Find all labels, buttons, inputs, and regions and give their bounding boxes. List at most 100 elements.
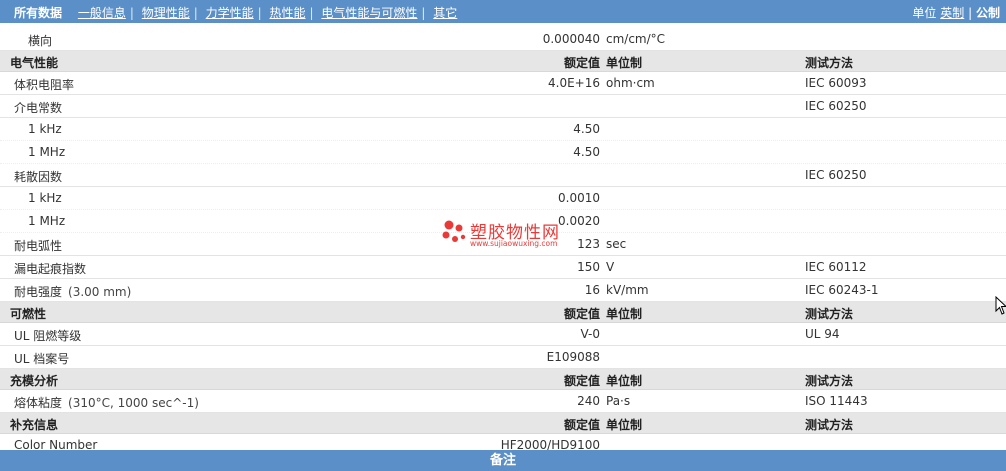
property-name-text: 介电常数 <box>14 101 63 115</box>
table-row: 横向 0.000040 cm/cm/°C <box>0 28 1006 51</box>
property-unit: V <box>606 260 615 274</box>
unit-separator: | <box>968 6 973 20</box>
property-name-text: 耐电强度 <box>14 285 63 299</box>
property-value: 123 <box>577 237 600 251</box>
property-value: 4.50 <box>573 145 600 159</box>
column-header-test-method: 测试方法 <box>805 374 854 388</box>
property-name-text: 补充信息 <box>10 418 59 432</box>
property-name-text: 可燃性 <box>10 307 47 321</box>
property-name-text: 1 kHz <box>28 191 62 205</box>
table-row: 漏电起痕指数 150 V IEC 60112 <box>0 256 1006 279</box>
unit-metric-active: 公制 <box>975 6 1000 20</box>
column-header-unit: 单位制 <box>606 56 643 70</box>
table-row: 熔体粘度 (310°C, 1000 sec^-1) 240 Pa·s ISO 11443 <box>0 390 1006 413</box>
category-tabs: 所有数据 一般信息 | 物理性能 | 力学性能 | 热性能 | 电气性能与可燃性 | 其它 <box>14 6 458 20</box>
property-name: 耐电强度 (3.00 mm) <box>14 283 131 300</box>
section-header-row: 可燃性 额定值 单位制 测试方法 <box>0 302 1006 323</box>
tab-other[interactable]: 其它 <box>433 6 457 20</box>
property-name: 1 kHz <box>28 122 62 136</box>
table-row: 耗散因数 IEC 60250 <box>0 164 1006 187</box>
property-name: 熔体粘度 (310°C, 1000 sec^-1) <box>14 394 199 411</box>
section-title: 可燃性 <box>10 305 46 322</box>
property-name: 1 kHz <box>28 191 62 205</box>
property-unit: sec <box>606 237 627 251</box>
table-row: UL 阻燃等级 V-0 UL 94 <box>0 323 1006 346</box>
property-name: 横向 <box>28 32 52 49</box>
watermark-logo: 塑胶物性网 www.sujiaowuxing.com <box>440 218 575 252</box>
tab-mechanical[interactable]: 力学性能 <box>206 6 254 20</box>
property-name-text: 1 MHz <box>28 145 66 159</box>
watermark-url: www.sujiaowuxing.com <box>470 239 558 248</box>
logo-dots-icon <box>442 220 466 242</box>
property-name-text: 漏电起痕指数 <box>14 262 87 276</box>
property-unit: cm/cm/°C <box>606 32 666 46</box>
table-row: 1 kHz 0.0010 <box>0 187 1006 210</box>
test-method: UL 94 <box>805 327 840 341</box>
column-header-test-method: 测试方法 <box>805 307 854 321</box>
tab-all-data[interactable]: 所有数据 <box>14 6 62 20</box>
unit-imperial-link[interactable]: 英制 <box>940 6 964 20</box>
section-header-row: 充模分析 额定值 单位制 测试方法 <box>0 369 1006 390</box>
test-method: IEC 60250 <box>805 99 867 113</box>
property-name-text: 1 MHz <box>28 214 66 228</box>
notes-bar[interactable]: 备注 <box>0 450 1006 471</box>
property-name: 耗散因数 <box>14 168 62 185</box>
section-title: 电气性能 <box>10 54 58 71</box>
column-header-value: 额定值 <box>563 374 600 388</box>
test-condition: (3.00 mm) <box>68 285 132 299</box>
units-label: 单位 <box>912 6 937 20</box>
test-method: IEC 60112 <box>805 260 867 274</box>
property-name-text: 耗散因数 <box>14 170 63 184</box>
column-header-test-method: 测试方法 <box>805 418 854 432</box>
property-value: 150 <box>577 260 600 274</box>
column-header-value: 额定值 <box>563 307 600 321</box>
property-name-text: 横向 <box>28 34 53 48</box>
property-value: 4.0E+16 <box>548 76 600 90</box>
test-method: IEC 60250 <box>805 168 867 182</box>
property-name: 耐电弧性 <box>14 237 62 254</box>
property-name-text: UL 阻燃等级 <box>14 329 82 343</box>
property-value: 4.50 <box>573 122 600 136</box>
tab-general-info[interactable]: 一般信息 <box>78 6 126 20</box>
property-name: UL 档案号 <box>14 350 69 367</box>
property-value: 16 <box>584 283 600 297</box>
property-name: 1 MHz <box>28 145 65 159</box>
mouse-cursor-icon <box>995 296 1006 315</box>
property-name: 介电常数 <box>14 99 62 116</box>
table-row: UL 档案号 E109088 <box>0 346 1006 369</box>
property-value: E109088 <box>546 350 600 364</box>
table-row: 耐电强度 (3.00 mm) 16 kV/mm IEC 60243-1 <box>0 279 1006 302</box>
tab-electrical-flammability[interactable]: 电气性能与可燃性 <box>321 6 417 20</box>
top-nav-bar: 所有数据 一般信息 | 物理性能 | 力学性能 | 热性能 | 电气性能与可燃性 | 其它… <box>0 0 1006 23</box>
column-header-value: 额定值 <box>563 56 600 70</box>
column-header-unit: 单位制 <box>606 307 643 321</box>
property-name-text: 充模分析 <box>10 374 59 388</box>
section-header-row: 电气性能 额定值 单位制 测试方法 <box>0 51 1006 72</box>
test-method: IEC 60093 <box>805 76 867 90</box>
property-name-text: 电气性能 <box>10 56 59 70</box>
section-header-row: 补充信息 额定值 单位制 测试方法 <box>0 413 1006 434</box>
property-name: UL 阻燃等级 <box>14 327 81 344</box>
table-row: 1 MHz 4.50 <box>0 141 1006 164</box>
column-header-test-method: 测试方法 <box>805 56 854 70</box>
property-value: 240 <box>577 394 600 408</box>
table-row: 体积电阻率 4.0E+16 ohm·cm IEC 60093 <box>0 72 1006 95</box>
property-value: 0.0010 <box>558 191 600 205</box>
tab-physical[interactable]: 物理性能 <box>142 6 190 20</box>
test-method: IEC 60243-1 <box>805 283 879 297</box>
column-header-unit: 单位制 <box>606 374 643 388</box>
test-method: ISO 11443 <box>805 394 868 408</box>
property-value: V-0 <box>580 327 600 341</box>
property-name-text: 1 kHz <box>28 122 62 136</box>
section-title: 充模分析 <box>10 372 58 389</box>
tab-thermal[interactable]: 热性能 <box>270 6 306 20</box>
column-header-unit: 单位制 <box>606 418 643 432</box>
table-row: 1 kHz 4.50 <box>0 118 1006 141</box>
property-name-text: 体积电阻率 <box>14 78 75 92</box>
section-title: 补充信息 <box>10 416 58 433</box>
property-name: 体积电阻率 <box>14 76 74 93</box>
table-row: 介电常数 IEC 60250 <box>0 95 1006 118</box>
property-unit: ohm·cm <box>606 76 655 90</box>
property-name-text: 熔体粘度 <box>14 396 63 410</box>
column-header-value: 额定值 <box>563 418 600 432</box>
